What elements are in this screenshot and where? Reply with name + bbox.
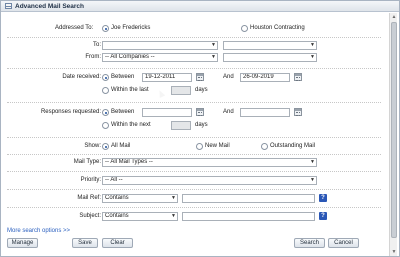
clear-button[interactable]: Clear	[102, 238, 133, 248]
show-new-mail-radio[interactable]	[196, 143, 203, 150]
mail-ref-mode-value: Contains	[105, 195, 129, 201]
chevron-down-icon: ▼	[310, 54, 315, 60]
date-received-end-input[interactable]: 26-09-2019	[240, 73, 290, 82]
search-button[interactable]: Search	[294, 238, 325, 248]
mail-ref-mode-select[interactable]: Contains ▼	[102, 194, 178, 203]
help-icon[interactable]: ?	[319, 212, 327, 220]
title-bar: Advanced Mail Search	[1, 1, 399, 12]
date-received-days-label: days	[195, 87, 208, 93]
divider	[7, 68, 381, 69]
dialog-title: Advanced Mail Search	[15, 3, 84, 10]
divider	[7, 171, 381, 172]
from-company-value: -- All Companies --	[105, 54, 155, 60]
divider	[7, 137, 381, 138]
chevron-down-icon: ▼	[310, 177, 315, 183]
help-icon[interactable]: ?	[319, 194, 327, 202]
addressed-to-houston-radio[interactable]	[241, 25, 248, 32]
to-contact-select[interactable]: ▼	[223, 41, 317, 50]
chevron-down-icon: ▼	[310, 42, 315, 48]
show-label: Show:	[84, 143, 101, 149]
show-all-mail-radio[interactable]	[102, 143, 109, 150]
scroll-up-icon[interactable]: ▲	[390, 13, 398, 21]
addressed-to-label: Addressed To:	[55, 25, 94, 31]
calendar-icon[interactable]	[294, 108, 302, 116]
date-received-within-label: Within the last	[111, 87, 149, 93]
scroll-down-icon[interactable]: ▼	[390, 248, 398, 256]
divider	[7, 102, 381, 103]
show-outstanding-label: Outstanding Mail	[270, 143, 316, 149]
save-button[interactable]: Save	[72, 238, 98, 248]
scrollbar-thumb[interactable]	[391, 22, 397, 238]
mail-search-icon	[5, 3, 12, 9]
responses-and-label: And	[223, 109, 234, 115]
to-select[interactable]: ▼	[102, 41, 218, 50]
chevron-down-icon: ▼	[211, 54, 216, 60]
responses-days-input[interactable]	[171, 121, 191, 130]
responses-within-radio[interactable]	[102, 122, 109, 129]
addressed-to-houston-label[interactable]: Houston Contracting	[250, 24, 305, 32]
subject-input[interactable]	[182, 212, 315, 221]
responses-between-label: Between	[111, 109, 135, 115]
priority-select[interactable]: -- All -- ▼	[102, 176, 317, 185]
divider	[7, 154, 381, 155]
from-contact-select[interactable]: ▼	[223, 53, 317, 62]
calendar-icon[interactable]	[196, 73, 204, 81]
responses-between-radio[interactable]	[102, 109, 109, 116]
calendar-icon[interactable]	[294, 73, 302, 81]
date-received-within-radio[interactable]	[102, 87, 109, 94]
subject-mode-select[interactable]: Contains ▼	[102, 212, 178, 221]
responses-requested-label: Responses requested:	[40, 109, 101, 115]
divider	[7, 189, 381, 190]
chevron-down-icon: ▼	[310, 159, 315, 165]
chevron-down-icon: ▼	[171, 195, 176, 201]
chevron-down-icon: ▼	[171, 213, 176, 219]
addressed-to-joe-label[interactable]: Joe Fredericks	[111, 24, 150, 32]
mail-type-value: -- All Mail Types --	[105, 159, 153, 165]
mail-ref-input[interactable]	[182, 194, 315, 203]
subject-label: Subject:	[79, 213, 101, 219]
show-outstanding-radio[interactable]	[261, 143, 268, 150]
priority-label: Priority:	[80, 177, 101, 183]
from-label: From:	[85, 54, 101, 60]
date-received-start-input[interactable]: 19-12-2011	[142, 73, 192, 82]
manage-button[interactable]: Manage	[7, 238, 38, 248]
from-company-select[interactable]: -- All Companies -- ▼	[102, 53, 218, 62]
date-received-between-label: Between	[111, 74, 135, 80]
addressed-to-joe-radio[interactable]	[102, 25, 109, 32]
mail-type-label: Mail Type:	[73, 159, 101, 165]
divider	[7, 207, 381, 208]
date-received-and-label: And	[223, 74, 234, 80]
cancel-button[interactable]: Cancel	[328, 238, 359, 248]
show-new-mail-label: New Mail	[205, 143, 230, 149]
mouse-cursor	[156, 89, 166, 98]
date-received-label: Date received:	[62, 74, 101, 80]
responses-start-input[interactable]	[142, 108, 192, 117]
mail-ref-label: Mail Ref:	[77, 195, 101, 201]
calendar-icon[interactable]	[196, 108, 204, 116]
show-all-mail-label: All Mail	[111, 143, 131, 149]
more-search-options-link[interactable]: More search options >>	[7, 227, 70, 235]
priority-value: -- All --	[105, 177, 123, 183]
chevron-down-icon: ▼	[211, 42, 216, 48]
mail-type-select[interactable]: -- All Mail Types -- ▼	[102, 158, 317, 167]
date-received-between-radio[interactable]	[102, 74, 109, 81]
responses-end-input[interactable]	[240, 108, 290, 117]
responses-days-label: days	[195, 122, 208, 128]
date-received-days-input[interactable]	[171, 86, 191, 95]
advanced-mail-search-dialog: Advanced Mail Search Addressed To: Joe F…	[0, 0, 400, 257]
to-label: To:	[92, 42, 101, 48]
vertical-scrollbar[interactable]: ▲ ▼	[389, 13, 397, 256]
responses-within-label: Within the next	[111, 122, 151, 128]
search-form: Addressed To: Joe Fredericks Houston Con…	[1, 13, 389, 257]
subject-mode-value: Contains	[105, 213, 129, 219]
divider	[7, 37, 381, 38]
